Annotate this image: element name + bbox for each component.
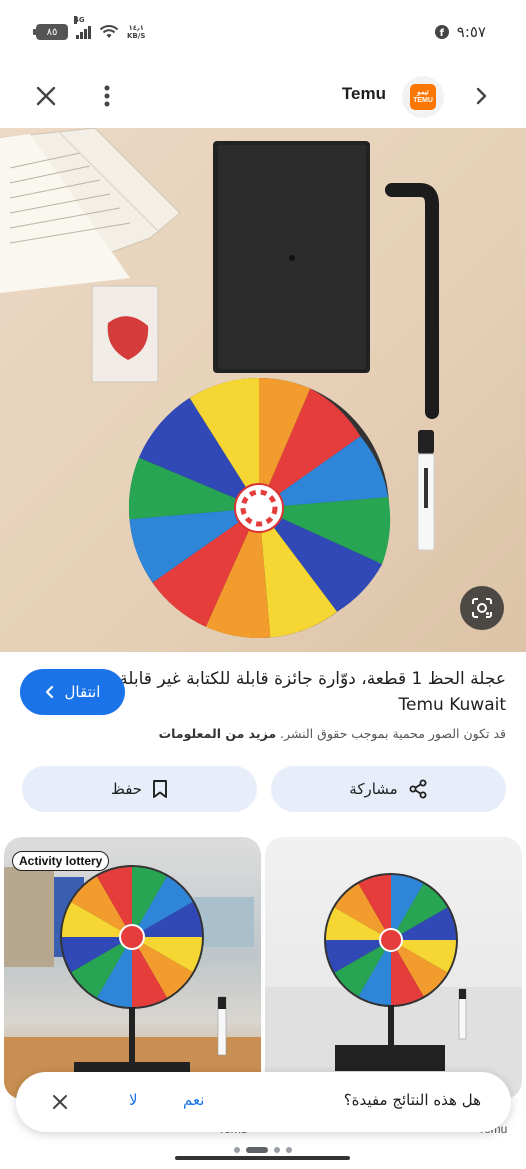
adhesive-packet bbox=[91, 285, 159, 383]
feedback-yes-button[interactable]: نعم bbox=[183, 1091, 204, 1109]
top-app-bar: Temu تيمو TEMU bbox=[0, 64, 526, 126]
page-dot bbox=[286, 1147, 292, 1153]
book-illustration bbox=[0, 128, 181, 294]
site-logo[interactable]: تيمو TEMU bbox=[402, 76, 444, 118]
visit-label: انتقال bbox=[64, 683, 101, 701]
page-dot bbox=[234, 1147, 240, 1153]
more-options-button[interactable] bbox=[92, 82, 122, 110]
facebook-icon: f bbox=[434, 25, 449, 39]
lens-icon bbox=[472, 598, 492, 618]
visit-button[interactable]: انتقال bbox=[20, 669, 125, 715]
related-photo-2 bbox=[265, 873, 522, 1099]
signal-icon: 4G bbox=[74, 16, 91, 39]
stand-rod bbox=[385, 183, 439, 419]
image-overlay-label: Activity lottery bbox=[12, 851, 110, 871]
save-label: حفظ bbox=[110, 780, 143, 798]
status-left: ٨٥ 4G ١٤٫١ KB/S bbox=[33, 16, 145, 40]
lens-search-button[interactable] bbox=[460, 586, 504, 630]
site-name[interactable]: Temu bbox=[342, 84, 386, 104]
more-vert-icon bbox=[104, 85, 110, 107]
status-right: f ٩:٥٧ bbox=[434, 23, 486, 41]
close-icon bbox=[53, 1095, 67, 1109]
copyright-notice: قد تكون الصور محمية بموجب حقوق النشر. مز… bbox=[159, 726, 506, 741]
open-site-button[interactable] bbox=[468, 82, 496, 110]
stand-base bbox=[213, 141, 370, 373]
feedback-question: هل هذه النتائج مفيدة؟ bbox=[343, 1091, 481, 1109]
chevron-left-icon bbox=[45, 685, 53, 699]
related-image-1[interactable]: Activity lottery bbox=[4, 837, 261, 1099]
speed-value: ١٤٫١ bbox=[128, 24, 144, 32]
status-bar: ٨٥ 4G ١٤٫١ KB/S f ٩:٥٧ bbox=[0, 0, 526, 64]
page-indicator bbox=[0, 1147, 526, 1153]
home-indicator[interactable] bbox=[175, 1156, 350, 1160]
clock: ٩:٥٧ bbox=[456, 23, 486, 41]
product-image[interactable] bbox=[0, 128, 526, 652]
share-icon bbox=[409, 779, 427, 799]
bookmark-icon bbox=[153, 780, 168, 798]
related-photo-1 bbox=[4, 865, 261, 1099]
network-speed: ١٤٫١ KB/S bbox=[127, 24, 145, 40]
page-dot-active bbox=[246, 1147, 268, 1153]
speed-unit: KB/S bbox=[127, 32, 146, 40]
more-info-link[interactable]: مزيد من المعلومات bbox=[159, 726, 276, 741]
close-icon bbox=[36, 86, 56, 106]
marker-pen bbox=[417, 430, 435, 551]
save-button[interactable]: حفظ bbox=[22, 766, 257, 812]
battery-icon: ٨٥ bbox=[33, 24, 68, 40]
page-dot bbox=[274, 1147, 280, 1153]
chevron-right-icon bbox=[476, 87, 487, 105]
related-image-2[interactable] bbox=[265, 837, 522, 1099]
logo-text-top: تيمو bbox=[417, 89, 429, 96]
battery-level: ٨٥ bbox=[46, 26, 58, 38]
feedback-dismiss-button[interactable] bbox=[48, 1090, 72, 1114]
prize-wheel bbox=[128, 378, 391, 639]
feedback-no-button[interactable]: لا bbox=[129, 1091, 138, 1109]
temu-logo: تيمو TEMU bbox=[410, 84, 436, 110]
network-type: 4G bbox=[74, 16, 85, 24]
product-photo bbox=[0, 128, 439, 639]
wifi-icon bbox=[99, 25, 119, 38]
close-button[interactable] bbox=[30, 82, 62, 110]
share-label: مشاركة bbox=[349, 780, 398, 798]
copyright-text: قد تكون الصور محمية بموجب حقوق النشر. bbox=[280, 726, 506, 741]
feedback-bar: لا نعم هل هذه النتائج مفيدة؟ bbox=[16, 1072, 511, 1132]
logo-text-bottom: TEMU bbox=[413, 97, 433, 104]
result-title[interactable]: عجلة الحظ 1 قطعة، دوّارة جائزة قابلة للك… bbox=[106, 666, 506, 718]
share-button[interactable]: مشاركة bbox=[271, 766, 506, 812]
